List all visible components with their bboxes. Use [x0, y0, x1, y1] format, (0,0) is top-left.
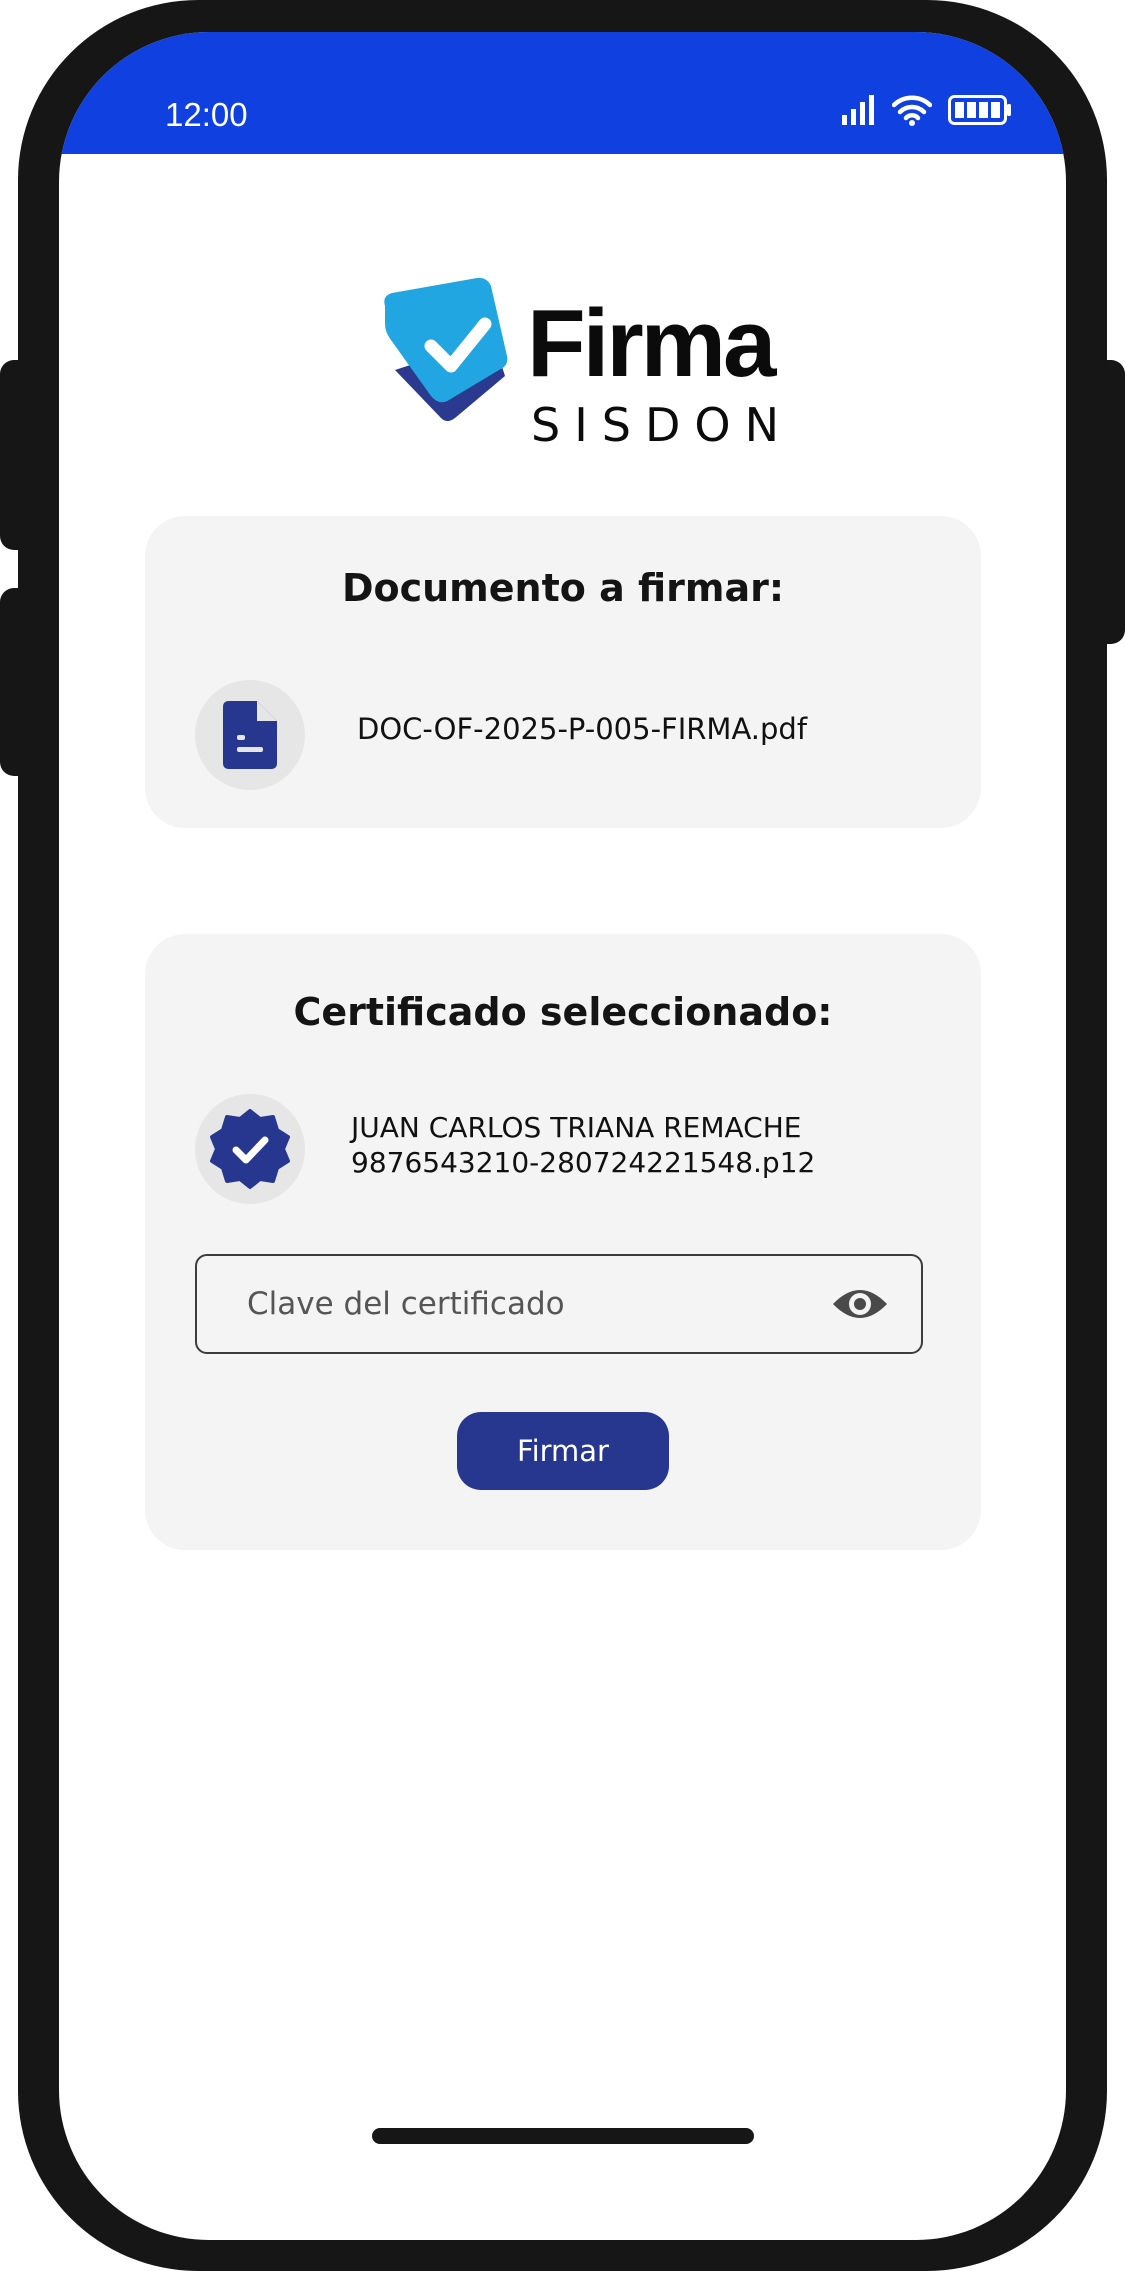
status-time: 12:00: [165, 96, 248, 133]
sign-button[interactable]: Firmar: [457, 1412, 669, 1490]
certificate-password-field[interactable]: [195, 1254, 923, 1354]
certificate-info: JUAN CARLOS TRIANA REMACHE 9876543210-28…: [351, 1110, 815, 1180]
battery-icon: [948, 95, 1011, 125]
power-button: [1095, 360, 1125, 644]
logo-wordmark: Firma: [527, 290, 776, 397]
home-indicator[interactable]: [372, 2128, 754, 2144]
certificate-card: Certificado seleccionado: JUAN CARLOS TR…: [145, 934, 981, 1550]
screen: 12:00 Firma SISDON Documento a firmar: D…: [59, 32, 1066, 2240]
verified-badge-icon: [210, 1109, 290, 1189]
volume-up-button: [0, 360, 30, 550]
certificate-holder: JUAN CARLOS TRIANA REMACHE: [351, 1111, 802, 1144]
certificate-file: 9876543210-280724221548.p12: [351, 1146, 816, 1179]
signal-icon: [842, 95, 874, 125]
document-icon: [223, 701, 277, 769]
document-filename: DOC-OF-2025-P-005-FIRMA.pdf: [357, 712, 808, 746]
certificate-card-title: Certificado seleccionado:: [293, 990, 833, 1034]
volume-down-button: [0, 588, 30, 776]
logo-subwordmark: SISDON: [531, 398, 794, 452]
document-card-title: Documento a firmar:: [341, 566, 785, 610]
wifi-icon: [892, 95, 932, 126]
document-icon-circle: [195, 680, 305, 790]
eye-icon[interactable]: [831, 1282, 889, 1326]
certificate-icon-circle: [195, 1094, 305, 1204]
document-card: Documento a firmar: DOC-OF-2025-P-005-FI…: [145, 516, 981, 828]
checkmark-document-icon: [384, 278, 508, 421]
status-bar: 12:00: [59, 32, 1066, 154]
firma-sisdon-logo: Firma SISDON: [381, 278, 781, 448]
status-icons: [842, 94, 1012, 126]
password-input[interactable]: [247, 1256, 807, 1352]
